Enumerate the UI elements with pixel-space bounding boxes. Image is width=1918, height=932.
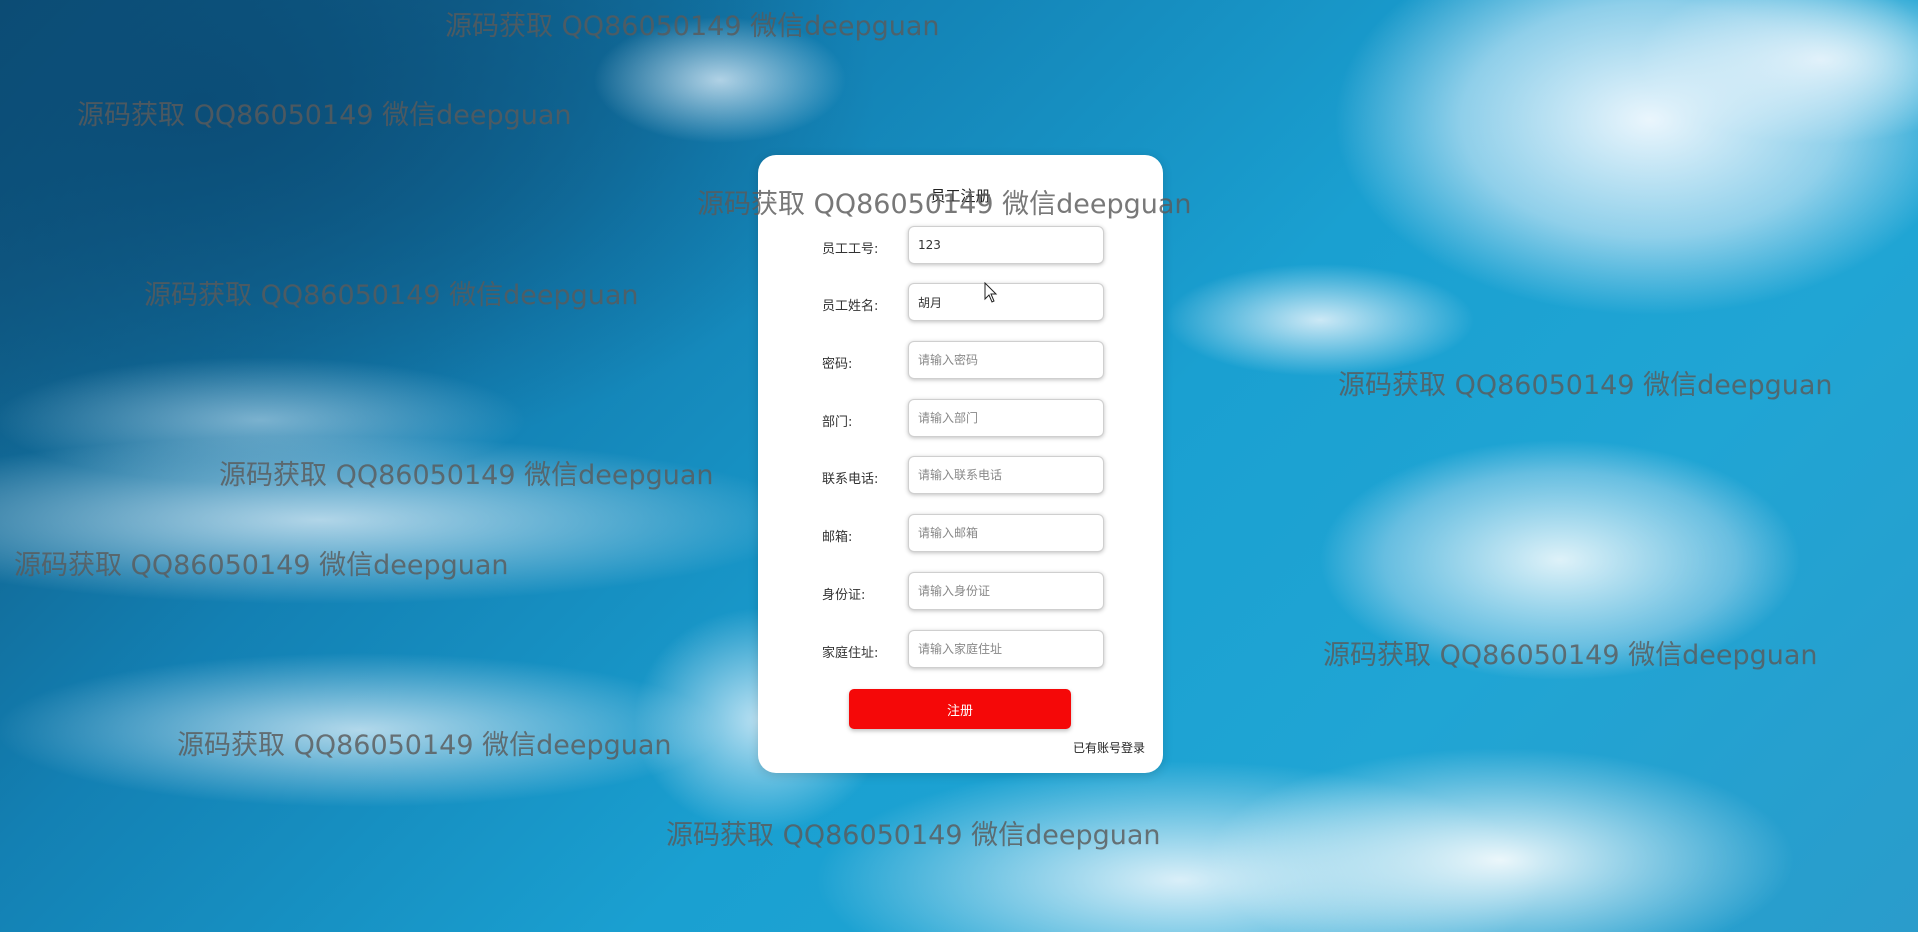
watermark-text: 源码获取 QQ86050149 微信deepguan [77, 100, 572, 131]
watermark-text: 源码获取 QQ86050149 微信deepguan [666, 820, 1161, 851]
field-row-address: 家庭住址: [758, 630, 1163, 672]
employee-id-label: 员工工号: [822, 242, 879, 257]
password-label: 密码: [822, 357, 853, 372]
employee-name-input[interactable] [908, 283, 1104, 321]
watermark-text: 源码获取 QQ86050149 微信deepguan [445, 11, 940, 42]
employee-name-label: 员工姓名: [822, 299, 879, 314]
password-input[interactable] [908, 341, 1104, 379]
email-label: 邮箱: [822, 530, 853, 545]
register-button[interactable]: 注册 [849, 689, 1071, 729]
phone-input[interactable] [908, 456, 1104, 494]
watermark-text: 源码获取 QQ86050149 微信deepguan [14, 550, 509, 581]
phone-label: 联系电话: [822, 472, 879, 487]
id-card-input[interactable] [908, 572, 1104, 610]
address-input[interactable] [908, 630, 1104, 668]
field-row-employee-id: 员工工号: [758, 226, 1163, 268]
field-row-id-card: 身份证: [758, 572, 1163, 614]
register-card: 员工注册 员工工号: 员工姓名: 密码: 部门: 联系电话: 邮箱: 身份证: … [758, 155, 1163, 773]
department-input[interactable] [908, 399, 1104, 437]
field-row-password: 密码: [758, 341, 1163, 383]
field-row-department: 部门: [758, 399, 1163, 441]
watermark-text: 源码获取 QQ86050149 微信deepguan [219, 460, 714, 491]
login-link[interactable]: 已有账号登录 [1073, 739, 1145, 756]
watermark-text: 源码获取 QQ86050149 微信deepguan [177, 730, 672, 761]
field-row-employee-name: 员工姓名: [758, 283, 1163, 325]
field-row-phone: 联系电话: [758, 456, 1163, 498]
watermark-text: 源码获取 QQ86050149 微信deepguan [697, 189, 1192, 220]
id-card-label: 身份证: [822, 588, 866, 603]
employee-id-input[interactable] [908, 226, 1104, 264]
mouse-cursor-icon [984, 282, 998, 303]
department-label: 部门: [822, 415, 853, 430]
address-label: 家庭住址: [822, 646, 879, 661]
watermark-text: 源码获取 QQ86050149 微信deepguan [1323, 640, 1818, 671]
watermark-text: 源码获取 QQ86050149 微信deepguan [144, 280, 639, 311]
email-input[interactable] [908, 514, 1104, 552]
field-row-email: 邮箱: [758, 514, 1163, 556]
watermark-text: 源码获取 QQ86050149 微信deepguan [1338, 370, 1833, 401]
